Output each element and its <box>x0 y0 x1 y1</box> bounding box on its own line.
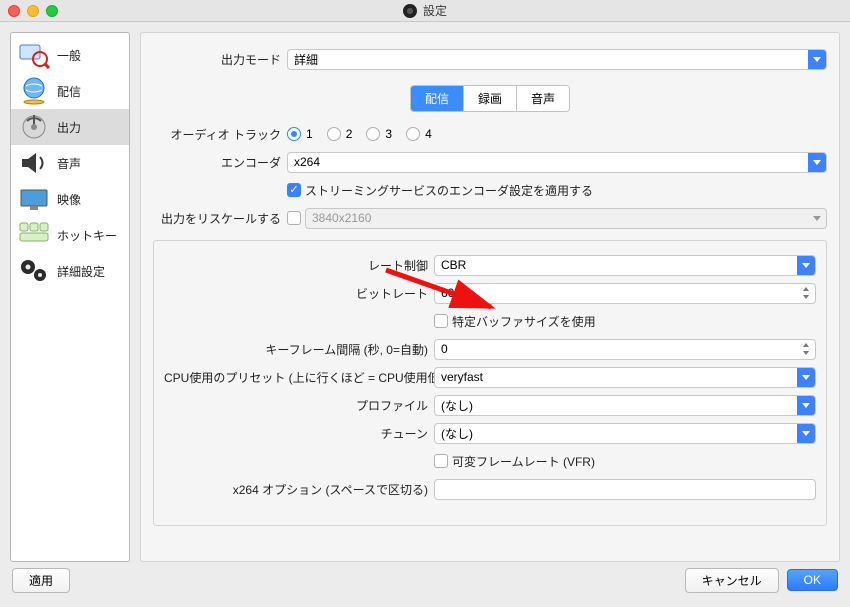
general-icon <box>17 40 51 70</box>
keyint-input[interactable]: 0 <box>434 339 816 360</box>
output-mode-label: 出力モード <box>153 51 287 68</box>
tune-label: チューン <box>164 425 434 442</box>
rescale-checkbox[interactable] <box>287 211 301 225</box>
ok-button[interactable]: OK <box>787 569 838 591</box>
audio-track-4[interactable]: 4 <box>406 127 432 141</box>
enforce-encoder-label: ストリーミングサービスのエンコーダ設定を適用する <box>305 182 593 199</box>
sidebar-item-stream[interactable]: 配信 <box>11 73 129 109</box>
titlebar: 設定 <box>0 0 850 22</box>
sidebar-item-general[interactable]: 一般 <box>11 37 129 73</box>
sidebar-item-label: 音声 <box>57 155 81 172</box>
audio-track-radios: 1 2 3 4 <box>287 127 432 141</box>
encoder-settings-panel: レート制御 CBR ビットレート 6000 特定バッファサイズを使用 キーフ <box>153 240 827 526</box>
window-title: 設定 <box>423 2 447 19</box>
rescale-value: 3840x2160 <box>312 211 371 225</box>
audio-track-label: オーディオ トラック <box>153 126 287 143</box>
custom-buffer-checkbox[interactable] <box>434 314 448 328</box>
chevron-down-icon <box>808 50 826 69</box>
dialog-buttons: 適用 キャンセル OK <box>0 562 850 598</box>
audio-track-3[interactable]: 3 <box>366 127 392 141</box>
rescale-select: 3840x2160 <box>305 208 827 229</box>
sidebar-item-label: ホットキー <box>57 227 117 244</box>
rate-control-value: CBR <box>441 258 466 272</box>
x264opts-input[interactable] <box>434 479 816 500</box>
cancel-button[interactable]: キャンセル <box>685 568 779 593</box>
keyint-label: キーフレーム間隔 (秒, 0=自動) <box>164 341 434 358</box>
encoder-value: x264 <box>294 155 320 169</box>
sidebar-item-audio[interactable]: 音声 <box>11 145 129 181</box>
vfr-label: 可変フレームレート (VFR) <box>452 453 595 470</box>
audio-icon <box>17 148 51 178</box>
sidebar-item-hotkeys[interactable]: ホットキー <box>11 217 129 253</box>
sidebar-item-label: 配信 <box>57 83 81 100</box>
chevron-down-icon <box>797 368 815 387</box>
bitrate-label: ビットレート <box>164 285 434 302</box>
rate-control-label: レート制御 <box>164 257 434 274</box>
sidebar-item-label: 出力 <box>57 119 81 136</box>
x264opts-label: x264 オプション (スペースで区切る) <box>164 481 434 498</box>
chevron-down-icon <box>808 209 826 228</box>
encoder-select[interactable]: x264 <box>287 152 827 173</box>
stream-icon <box>17 76 51 106</box>
video-icon <box>17 184 51 214</box>
zoom-icon[interactable] <box>46 5 58 17</box>
content-panel: 出力モード 詳細 配信 録画 音声 オーディオ トラック 1 2 3 4 <box>140 32 840 562</box>
tune-value: (なし) <box>441 425 473 442</box>
rescale-label: 出力をリスケールする <box>153 210 287 227</box>
sidebar-item-label: 一般 <box>57 47 81 64</box>
chevron-down-icon <box>808 153 826 172</box>
audio-track-1[interactable]: 1 <box>287 127 313 141</box>
obs-icon <box>403 4 417 18</box>
tab-streaming[interactable]: 配信 <box>411 86 464 111</box>
bitrate-value: 6000 <box>441 286 468 300</box>
tab-audio[interactable]: 音声 <box>517 86 569 111</box>
sidebar-item-video[interactable]: 映像 <box>11 181 129 217</box>
preset-select[interactable]: veryfast <box>434 367 816 388</box>
enforce-encoder-checkbox[interactable] <box>287 183 301 197</box>
profile-label: プロファイル <box>164 397 434 414</box>
rate-control-select[interactable]: CBR <box>434 255 816 276</box>
preset-label: CPU使用のプリセット (上に行くほど = CPU使用低い) <box>164 369 434 386</box>
sidebar-item-label: 詳細設定 <box>57 263 105 280</box>
tab-recording[interactable]: 録画 <box>464 86 517 111</box>
preset-value: veryfast <box>441 370 483 384</box>
output-icon <box>17 112 51 142</box>
sidebar-item-output[interactable]: 出力 <box>11 109 129 145</box>
sidebar-item-label: 映像 <box>57 191 81 208</box>
tune-select[interactable]: (なし) <box>434 423 816 444</box>
encoder-label: エンコーダ <box>153 154 287 171</box>
bitrate-input[interactable]: 6000 <box>434 283 816 304</box>
vfr-checkbox[interactable] <box>434 454 448 468</box>
sidebar: 一般 配信 出力 音声 映像 <box>10 32 130 562</box>
chevron-down-icon <box>797 396 815 415</box>
chevron-down-icon <box>797 424 815 443</box>
output-tabs: 配信 録画 音声 <box>410 85 570 112</box>
audio-track-2[interactable]: 2 <box>327 127 353 141</box>
profile-value: (なし) <box>441 397 473 414</box>
chevron-down-icon <box>797 256 815 275</box>
keyint-value: 0 <box>441 342 448 356</box>
minimize-icon[interactable] <box>27 5 39 17</box>
close-icon[interactable] <box>8 5 20 17</box>
hotkeys-icon <box>17 220 51 250</box>
custom-buffer-label: 特定バッファサイズを使用 <box>452 313 596 330</box>
sidebar-item-advanced[interactable]: 詳細設定 <box>11 253 129 289</box>
output-mode-select[interactable]: 詳細 <box>287 49 827 70</box>
apply-button[interactable]: 適用 <box>12 568 70 593</box>
advanced-icon <box>17 256 51 286</box>
output-mode-value: 詳細 <box>294 51 318 68</box>
profile-select[interactable]: (なし) <box>434 395 816 416</box>
